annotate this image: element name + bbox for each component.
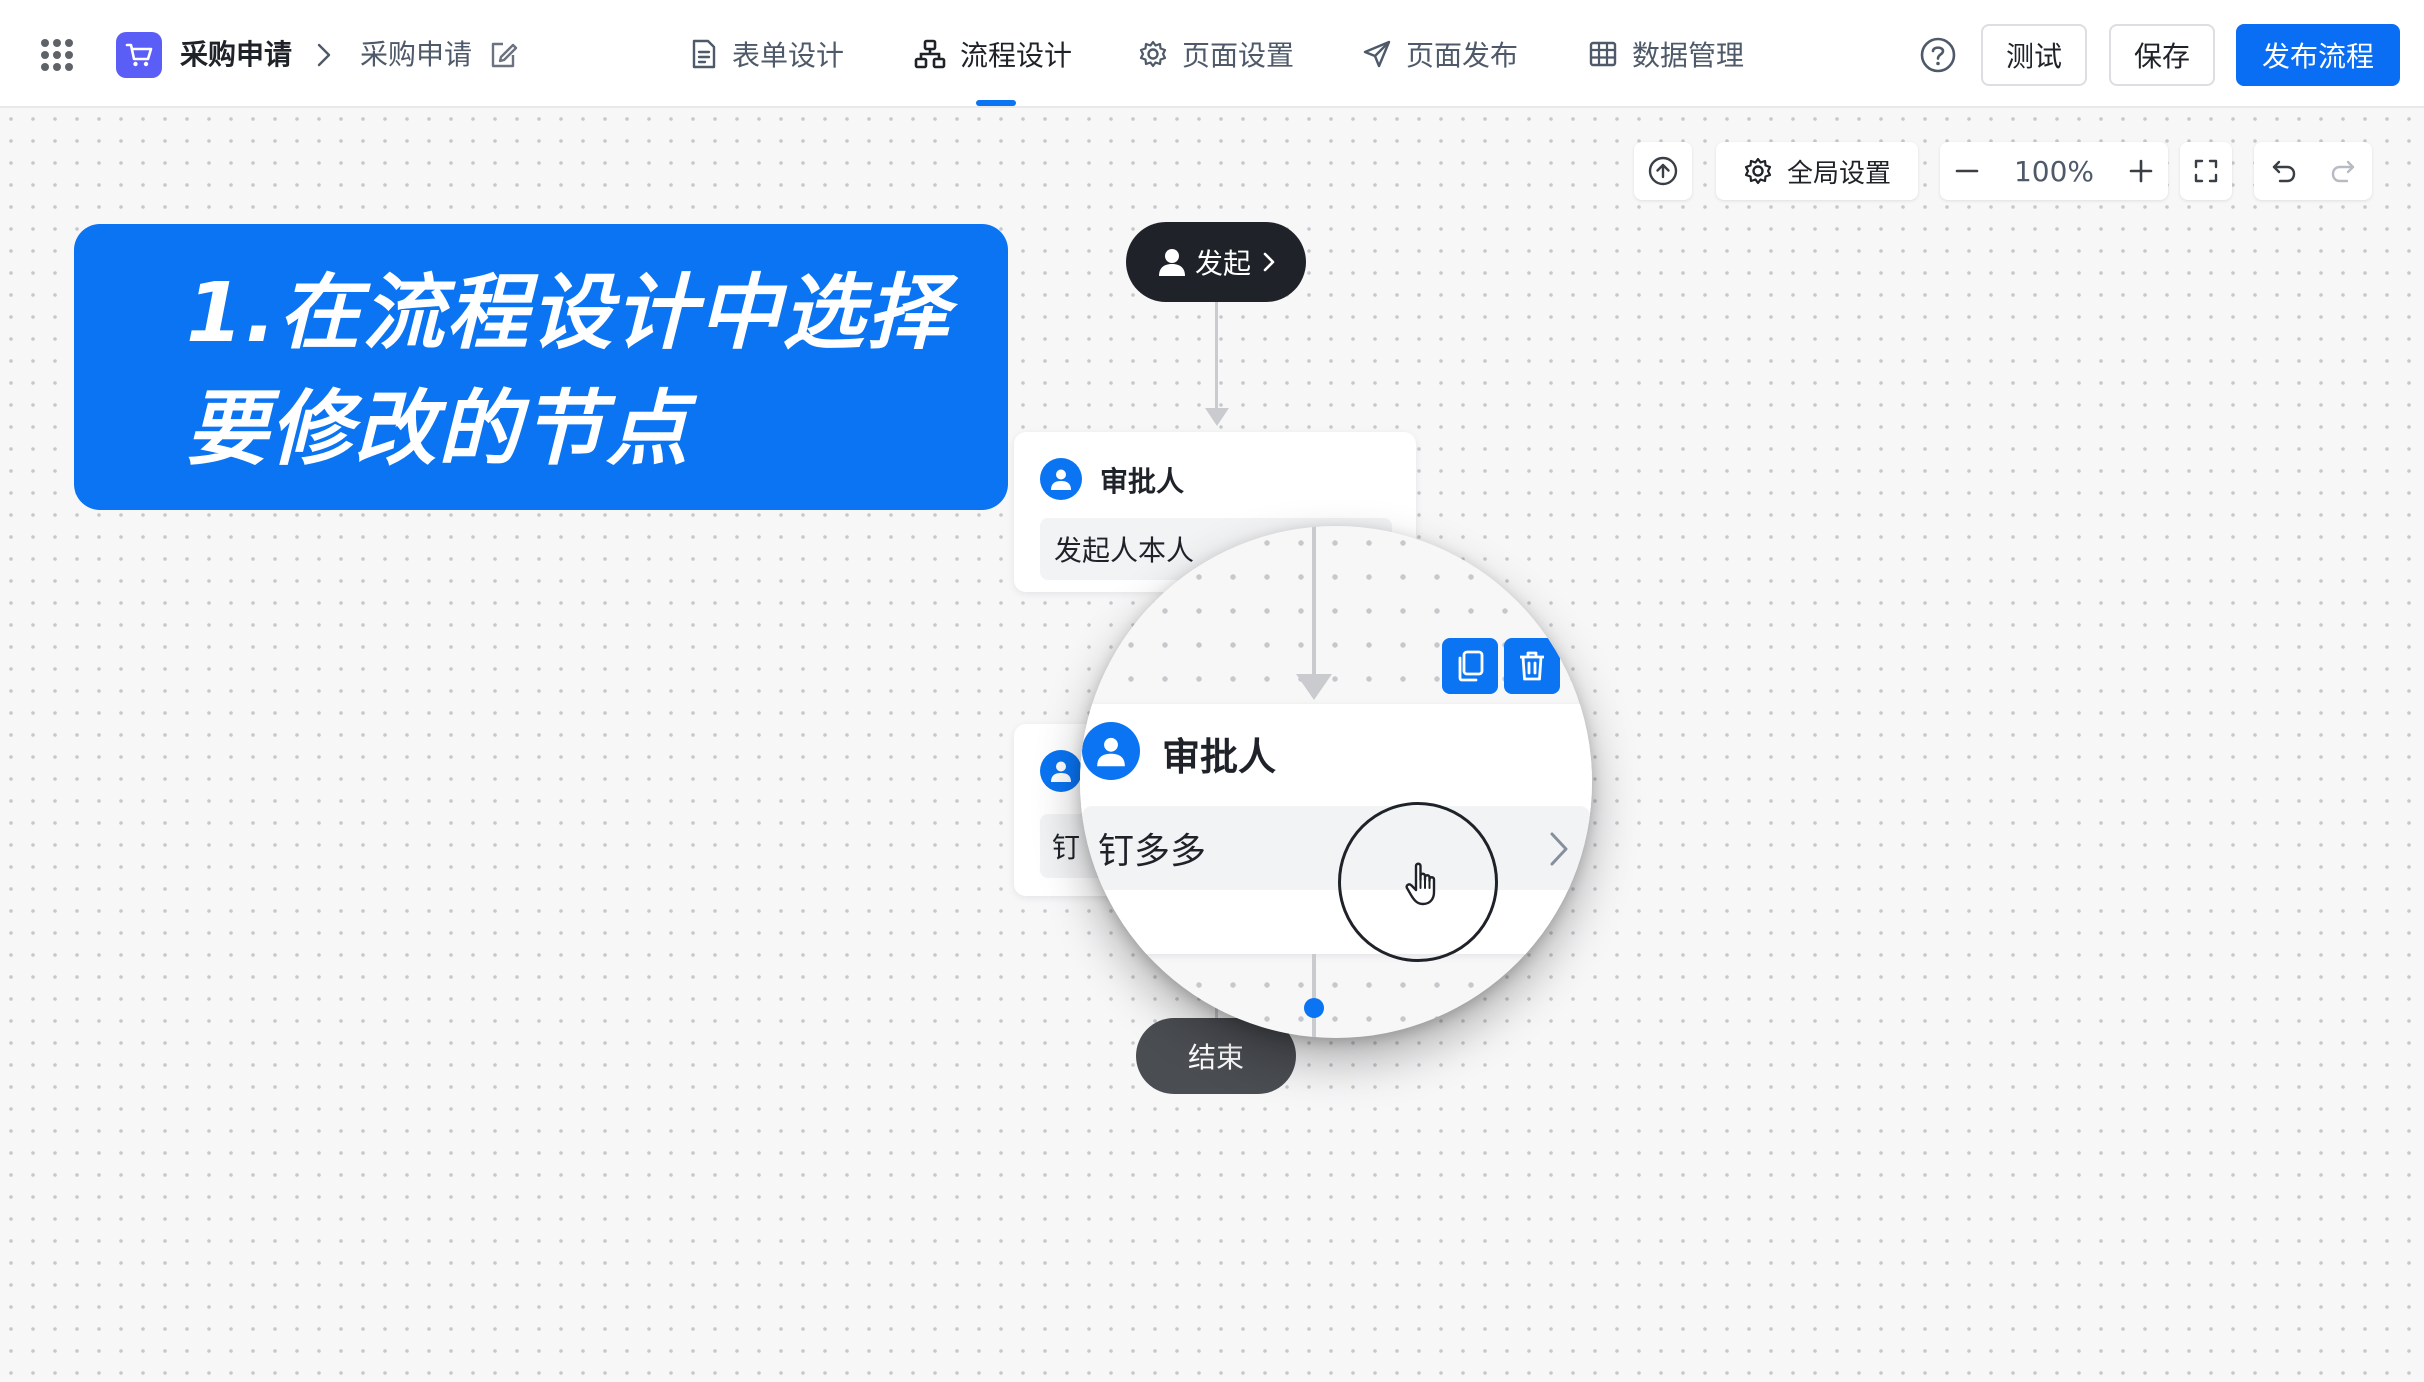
magnified-node-value-box: 钉多多	[1082, 806, 1590, 890]
active-tab-indicator	[976, 100, 1016, 106]
app-grid-icon[interactable]	[40, 38, 74, 72]
tab-label: 页面发布	[1406, 39, 1519, 72]
end-node-label: 结束	[1187, 1041, 1244, 1074]
flow-icon	[914, 39, 946, 69]
magnified-node-title: 审批人	[1162, 735, 1277, 779]
user-avatar-icon	[1040, 458, 1082, 500]
tab-form-design[interactable]: 表单设计	[690, 34, 844, 74]
help-icon[interactable]	[1920, 37, 1956, 73]
history-controls	[2254, 142, 2372, 200]
tab-data-management[interactable]: 数据管理	[1588, 34, 1744, 74]
chevron-right-icon	[312, 42, 336, 68]
tab-page-publish[interactable]: 页面发布	[1362, 34, 1518, 74]
zoom-in-button[interactable]	[2126, 156, 2156, 186]
fullscreen-icon	[2193, 158, 2219, 184]
save-button[interactable]: 保存	[2109, 24, 2215, 86]
arrow-down-icon	[1203, 406, 1231, 428]
zoom-level: 100%	[2013, 154, 2095, 188]
tab-label: 表单设计	[732, 39, 845, 72]
arrow-up-circle-icon	[1647, 155, 1679, 187]
magnified-node-value: 钉多多	[1098, 831, 1207, 872]
copy-icon	[1454, 649, 1486, 683]
fullscreen-button[interactable]	[2180, 142, 2232, 200]
copy-node-button[interactable]	[1442, 638, 1498, 694]
zoom-out-button[interactable]	[1952, 156, 1982, 186]
start-node-label: 发起	[1194, 247, 1251, 280]
arrow-down-icon	[1294, 672, 1334, 702]
instruction-callout: 1.在流程设计中选择 要修改的节点	[74, 224, 1008, 510]
table-icon	[1588, 39, 1618, 69]
connector-line	[1312, 526, 1316, 688]
start-node[interactable]: 发起	[1126, 222, 1306, 302]
magnified-approver-node[interactable]: 审批人 钉多多	[1080, 704, 1592, 954]
trash-icon	[1517, 650, 1547, 682]
chevron-right-icon	[1548, 830, 1570, 868]
flow-canvas[interactable]: 全局设置 100% 1.在流程设计中选择 要修改的节点 发起 审批人 发起人本人…	[0, 108, 2424, 1382]
gear-icon	[1743, 156, 1773, 186]
global-settings-label: 全局设置	[1786, 158, 1891, 189]
connector-line	[1215, 302, 1218, 412]
upload-button[interactable]	[1634, 142, 1692, 200]
user-avatar-icon	[1082, 722, 1140, 780]
test-button[interactable]: 测试	[1981, 24, 2087, 86]
zoom-control: 100%	[1940, 142, 2168, 200]
tab-flow-design[interactable]: 流程设计	[914, 34, 1072, 74]
tab-label: 数据管理	[1632, 39, 1745, 72]
delete-node-button[interactable]	[1504, 638, 1560, 694]
publish-flow-button[interactable]: 发布流程	[2236, 24, 2400, 86]
top-bar: 采购申请 采购申请 表单设计 流程设计 页面设置 页面发布 数据管理 测试 保存…	[0, 0, 2424, 108]
magnifier-lens: 审批人 钉多多	[1080, 526, 1592, 1038]
tab-label: 流程设计	[960, 39, 1073, 72]
tab-label: 页面设置	[1182, 39, 1295, 72]
connector-line	[1312, 954, 1316, 1038]
gear-icon	[1138, 39, 1168, 69]
chevron-right-icon	[1261, 250, 1277, 274]
user-icon	[1155, 245, 1189, 279]
approver-node-title: 审批人	[1100, 465, 1185, 498]
global-settings-button[interactable]: 全局设置	[1716, 142, 1918, 200]
app-name[interactable]: 采购申请	[180, 35, 292, 75]
add-node-dot[interactable]	[1304, 998, 1324, 1018]
cart-icon[interactable]	[116, 32, 162, 78]
callout-line-2: 要修改的节点	[186, 382, 690, 477]
edit-icon[interactable]	[488, 40, 518, 70]
callout-line-1: 1.在流程设计中选择	[186, 266, 951, 361]
user-avatar-icon	[1040, 750, 1082, 792]
approver-node-value: 钉	[1052, 831, 1081, 864]
hand-pointer-icon	[1404, 860, 1444, 908]
redo-icon[interactable]	[2328, 156, 2358, 186]
undo-icon[interactable]	[2269, 156, 2299, 186]
form-name: 采购申请	[360, 38, 473, 71]
tab-page-settings[interactable]: 页面设置	[1138, 34, 1294, 74]
approver-node-value: 发起人本人	[1054, 534, 1195, 567]
send-icon	[1362, 39, 1392, 69]
document-icon	[690, 39, 718, 69]
